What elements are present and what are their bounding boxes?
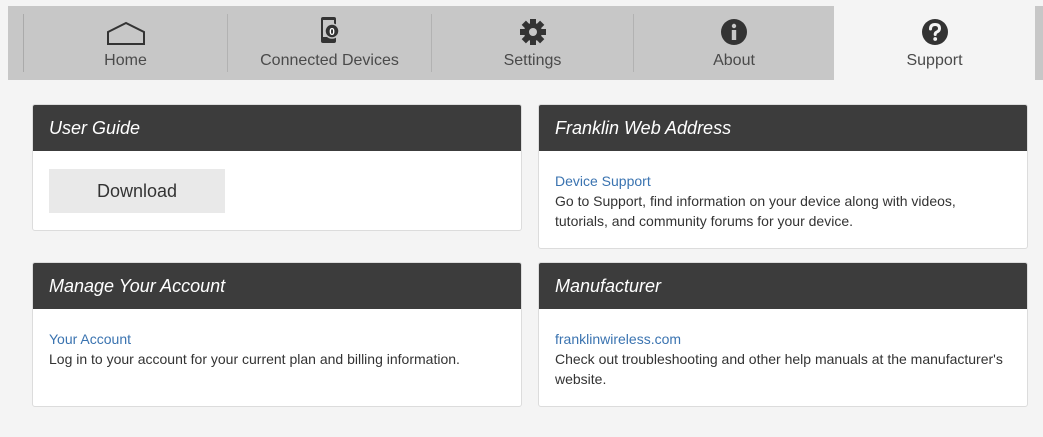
manufacturer-description: Check out troubleshooting and other help… [555, 351, 1003, 387]
card-title: Manage Your Account [33, 263, 521, 309]
tab-about-label: About [713, 52, 755, 69]
download-button[interactable]: Download [49, 169, 225, 213]
tab-support[interactable]: Support [834, 6, 1035, 80]
question-icon [921, 16, 949, 46]
connected-devices-icon: 0 [319, 16, 341, 46]
card-title: User Guide [33, 105, 521, 151]
tab-support-label: Support [906, 52, 963, 69]
user-guide-card: User Guide Download [32, 104, 522, 231]
tab-home-label: Home [104, 52, 147, 69]
web-address-card: Franklin Web Address Device Support Go t… [538, 104, 1028, 249]
tab-home[interactable]: Home [24, 6, 227, 80]
card-title: Franklin Web Address [539, 105, 1027, 151]
device-count-badge: 0 [329, 27, 335, 38]
manufacturer-link[interactable]: franklinwireless.com [555, 329, 1011, 349]
manufacturer-card: Manufacturer franklinwireless.com Check … [538, 262, 1028, 407]
tab-about[interactable]: About [634, 6, 834, 80]
device-support-link[interactable]: Device Support [555, 171, 1011, 191]
your-account-link[interactable]: Your Account [49, 329, 505, 349]
card-title: Manufacturer [539, 263, 1027, 309]
tab-settings[interactable]: Settings [432, 6, 633, 80]
info-icon [720, 16, 748, 46]
web-address-description: Go to Support, find information on your … [555, 193, 956, 229]
home-icon [106, 16, 146, 46]
account-description: Log in to your account for your current … [49, 351, 460, 367]
tab-connected-devices-label: Connected Devices [260, 52, 399, 69]
tab-settings-label: Settings [503, 52, 562, 69]
top-nav: Home 0 Connected Devices Settings About … [8, 6, 1043, 80]
manage-account-card: Manage Your Account Your Account Log in … [32, 262, 522, 407]
tab-connected-devices[interactable]: 0 Connected Devices [228, 6, 431, 80]
gear-icon [519, 16, 547, 46]
